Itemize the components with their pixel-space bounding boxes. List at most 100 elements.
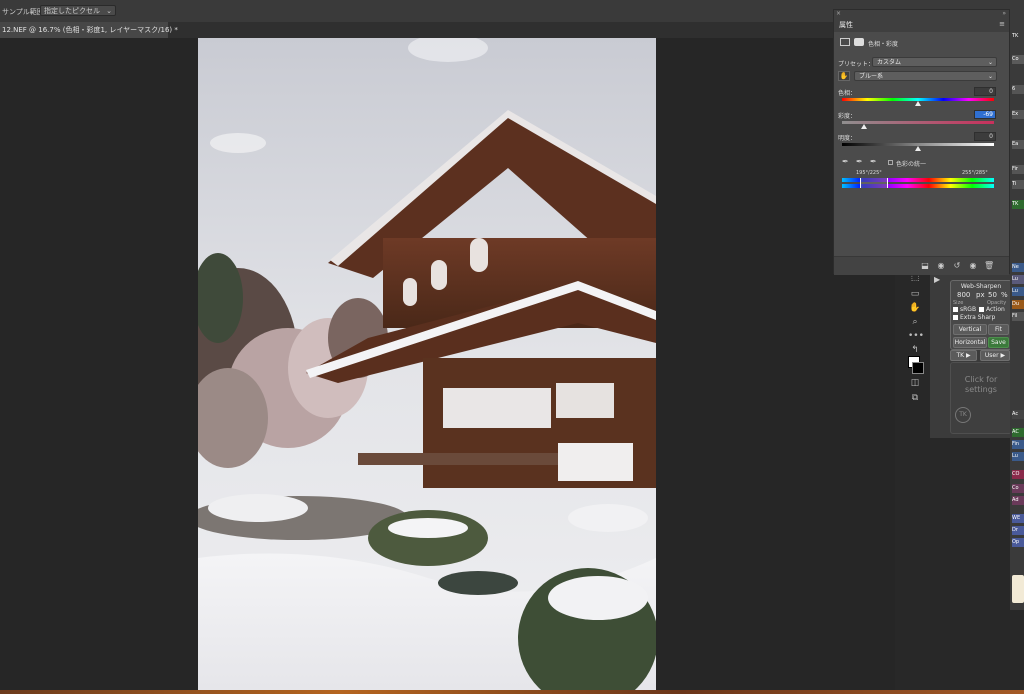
right-label[interactable]: WE [1012,514,1024,523]
color-range-selector[interactable] [860,178,888,188]
close-icon[interactable]: × [836,10,841,17]
right-label[interactable]: Du [1012,300,1024,309]
right-label[interactable]: Fir [1012,165,1024,174]
right-label[interactable]: Co [1012,484,1024,493]
extra-sharp-checkbox[interactable] [953,315,958,320]
lightness-slider-thumb[interactable] [915,146,921,151]
toolbar-column: ⬚ ▭ ✋ ⌕ ••• ↰ ◫ ⧉ [903,272,927,412]
saturation-slider-thumb[interactable] [861,124,867,129]
right-label[interactable]: AC [1012,428,1024,437]
saturation-label: 彩度： [838,113,857,120]
click-for-settings-text: Click for settings [964,375,998,394]
swap-colors-icon[interactable]: ↰ [908,344,922,356]
fit-button[interactable]: Fit [988,324,1009,335]
reset-icon[interactable]: ↺ [952,261,962,271]
colorize-label: 色彩の統一 [896,161,927,168]
tk-logo-icon: TK [955,407,971,423]
right-label[interactable]: Lu [1012,452,1024,461]
sample-range-dropdown[interactable]: 指定したピクセル ⌄ [40,5,116,16]
screen-mode-icon[interactable]: ⧉ [908,392,922,404]
more-tools-icon[interactable]: ••• [908,330,924,342]
right-label[interactable]: Ne [1012,263,1024,272]
properties-panel: × » 属性 ≡ 色相・彩度 プリセット： カスタム ⌄ ✋ ブルー系 ⌄ 色相… [833,9,1010,275]
srgb-checkbox[interactable] [953,307,958,312]
panel-menu-icon[interactable]: ≡ [999,20,1005,28]
user-menu-button[interactable]: User ▶ [980,350,1010,361]
hue-field[interactable]: 0 [974,87,996,96]
right-label[interactable]: Ad [1012,496,1024,505]
quick-mask-icon[interactable]: ◫ [908,377,922,389]
right-label[interactable]: CO [1012,470,1024,479]
right-label[interactable]: Ac [1012,410,1024,419]
color-swatch[interactable] [1012,575,1024,603]
action-checkbox[interactable] [979,307,984,312]
channel-value: ブルー系 [859,73,884,80]
right-panel-top [1010,0,1024,30]
document-tab-bar: 12.NEF @ 16.7% (色相・彩度1, レイヤーマスク/16) * [0,22,835,38]
bottom-strip [0,690,1024,694]
lightness-field[interactable]: 0 [974,132,996,141]
view-previous-icon[interactable]: ◉ [936,261,946,271]
tk-panel: ▶ Web-Sharpen 800 px 50 % Size Opacity s… [930,272,1014,438]
clip-to-layer-icon[interactable]: ⬓ [920,261,930,271]
right-label[interactable]: 6 [1012,85,1024,94]
right-panel-column: TK Co 6 Ex Ea Fir Ti TK Lu Ne Lu Du Fil … [1010,30,1024,610]
tk-menu-button[interactable]: TK ▶ [950,350,977,361]
right-label[interactable]: Lu [1012,287,1024,296]
visibility-icon[interactable]: ◉ [968,261,978,271]
opacity-value[interactable]: 50 [988,291,997,299]
preset-value: カスタム [877,59,902,66]
tk-logo-text: TK [959,411,967,418]
eyedropper-icon[interactable]: ✒ [842,157,849,166]
document-image[interactable] [198,38,656,690]
horizontal-button[interactable]: Horizontal [953,337,987,348]
properties-tab[interactable]: 属性 [839,20,853,30]
adjustment-layer-icon [840,38,850,46]
eyedropper-plus-icon[interactable]: ✒ [856,157,863,166]
right-label[interactable]: Op [1012,538,1024,547]
right-label[interactable]: Ea [1012,140,1024,149]
action-label: Action [986,306,1005,313]
extra-sharp-label: Extra Sharp [960,314,996,321]
colorize-checkbox[interactable] [888,160,893,165]
settings-area[interactable]: Click for settings TK [950,362,1012,434]
web-sharpen-module: Web-Sharpen 800 px 50 % Size Opacity sRG… [950,280,1012,350]
right-label[interactable]: Fin [1012,440,1024,449]
sample-range-value: 指定したピクセル [44,7,100,15]
size-unit: px [976,291,985,299]
opacity-unit: % [1001,291,1008,299]
temple-photo-image [198,38,656,690]
background-color-swatch[interactable] [912,362,924,374]
properties-footer: ⬓ ◉ ↺ ◉ 🗑 [834,256,1009,275]
trash-icon[interactable]: 🗑 [984,261,994,271]
channel-dropdown[interactable]: ブルー系 ⌄ [854,71,997,81]
right-label[interactable]: Ex [1012,110,1024,119]
vertical-button[interactable]: Vertical [953,324,987,335]
collapse-icon[interactable]: » [1002,10,1006,17]
right-label[interactable]: Ti [1012,180,1024,189]
zoom-tool-icon[interactable]: ⌕ [908,316,922,328]
right-label[interactable]: TK [1012,200,1024,209]
hue-slider-thumb[interactable] [915,101,921,106]
document-tab[interactable]: 12.NEF @ 16.7% (色相・彩度1, レイヤーマスク/16) * [0,22,178,38]
srgb-label: sRGB [960,306,977,313]
hand-tool-icon[interactable]: ✋ [908,302,922,314]
on-image-adjust-icon[interactable]: ✋ [838,71,850,81]
chevron-down-icon: ⌄ [106,7,112,15]
chevron-down-icon: ⌄ [987,59,993,66]
eyedropper-minus-icon[interactable]: ✒ [870,157,877,166]
chevron-down-icon: ⌄ [987,73,993,80]
right-label[interactable]: Lu [1012,275,1024,284]
size-value[interactable]: 800 [957,291,970,299]
lightness-label: 明度： [838,135,857,142]
save-button[interactable]: Save [988,337,1009,348]
right-label[interactable]: TK [1012,32,1024,41]
play-icon[interactable]: ▶ [934,275,940,284]
right-label[interactable]: Fil [1012,312,1024,321]
mask-icon[interactable] [854,38,864,46]
right-label[interactable]: Co [1012,55,1024,64]
preset-dropdown[interactable]: カスタム ⌄ [872,57,997,67]
saturation-field[interactable]: -69 [974,110,996,119]
rectangle-tool-icon[interactable]: ▭ [908,288,922,300]
right-label[interactable]: Dr [1012,526,1024,535]
